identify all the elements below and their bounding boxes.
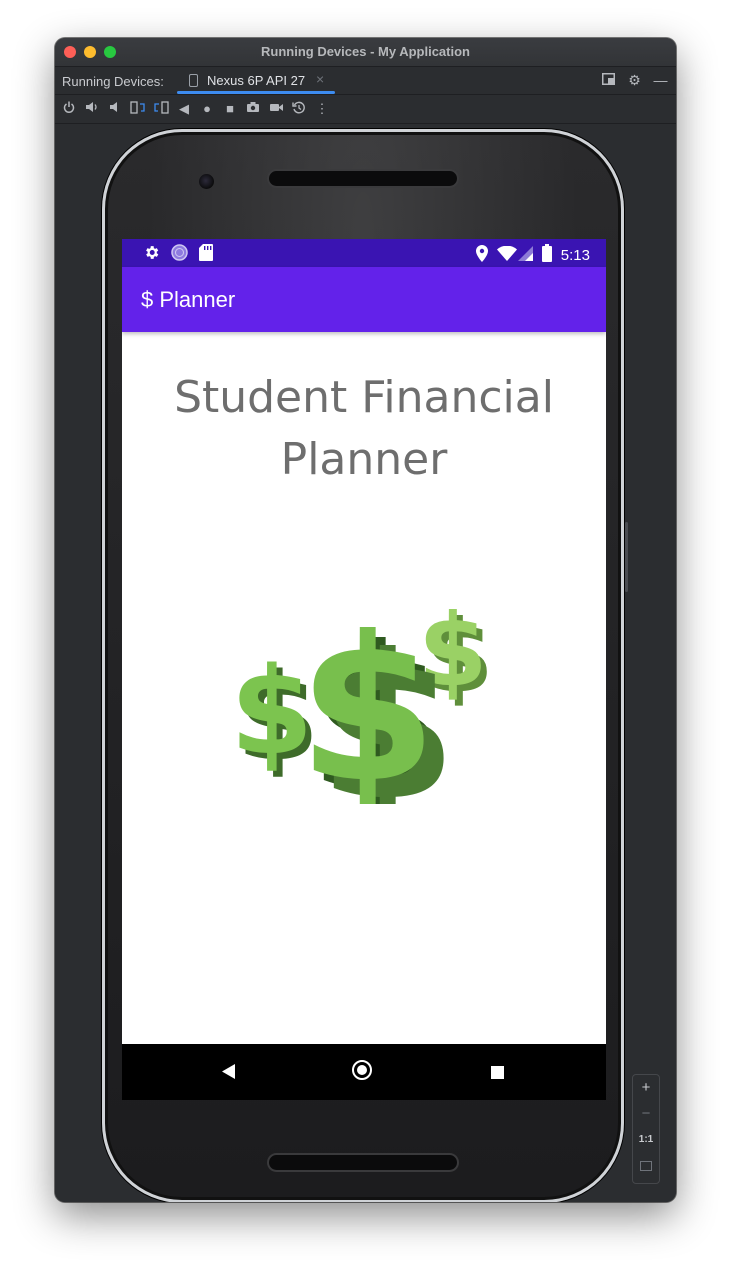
device-screen[interactable]: 5:13 $ Planner Student Financial Planner… bbox=[122, 239, 606, 1100]
sync-circle-icon bbox=[171, 244, 188, 266]
screenshot-icon[interactable] bbox=[245, 101, 261, 119]
gear-icon[interactable]: ⚙ bbox=[627, 72, 642, 88]
minimize-panel-icon[interactable]: — bbox=[653, 72, 668, 88]
tab-active-indicator bbox=[177, 91, 335, 94]
fit-screen-icon bbox=[640, 1161, 652, 1172]
zoom-in-button[interactable]: + bbox=[633, 1075, 659, 1101]
back-icon[interactable]: ◀ bbox=[176, 101, 192, 119]
screen-record-icon[interactable] bbox=[268, 101, 284, 119]
tab-bar-actions: ⚙ — bbox=[601, 72, 668, 88]
status-bar: 5:13 bbox=[122, 239, 606, 267]
phone-icon bbox=[189, 74, 198, 87]
device-tab-bar: Running Devices: Nexus 6P API 27 × ⚙ — bbox=[55, 67, 676, 95]
location-icon bbox=[475, 244, 488, 267]
power-icon[interactable] bbox=[61, 101, 77, 119]
volume-down-icon[interactable] bbox=[107, 101, 123, 119]
tab-nexus-6p[interactable]: Nexus 6P API 27 × bbox=[177, 67, 335, 94]
top-speaker bbox=[269, 171, 457, 186]
running-devices-label: Running Devices: bbox=[62, 74, 164, 89]
app-bar: $ Planner bbox=[122, 267, 606, 332]
device-toolbar: ◀ ● ■ ⋮ bbox=[55, 95, 676, 124]
settings-gear-icon bbox=[143, 244, 160, 266]
sd-card-icon bbox=[199, 244, 213, 266]
wifi-icon bbox=[496, 245, 517, 266]
page-title: Student Financial Planner bbox=[174, 372, 554, 485]
window-title: Running Devices - My Application bbox=[261, 44, 470, 59]
title-bar: Running Devices - My Application bbox=[55, 38, 676, 67]
home-icon[interactable]: ● bbox=[199, 101, 215, 119]
snapshot-icon[interactable] bbox=[291, 101, 307, 119]
battery-icon bbox=[541, 244, 552, 267]
nav-back-button[interactable] bbox=[222, 1064, 236, 1084]
phone-frame: 5:13 $ Planner Student Financial Planner… bbox=[102, 129, 624, 1202]
volume-up-icon[interactable] bbox=[84, 101, 100, 119]
actual-size-button[interactable]: 1:1 bbox=[633, 1127, 659, 1153]
status-time: 5:13 bbox=[560, 247, 590, 264]
emulator-window: Running Devices - My Application Running… bbox=[55, 38, 676, 1202]
app-title: $ Planner bbox=[141, 287, 236, 312]
nav-recents-button[interactable] bbox=[491, 1066, 504, 1079]
zoom-to-fit-button[interactable] bbox=[633, 1153, 659, 1179]
dollar-signs-image: $ $ $ $ $ $ $ bbox=[222, 579, 502, 845]
rotate-left-icon[interactable] bbox=[130, 101, 146, 119]
rotate-right-icon[interactable] bbox=[153, 101, 169, 119]
bottom-speaker bbox=[269, 1155, 457, 1170]
overview-icon[interactable]: ■ bbox=[222, 101, 238, 119]
signal-icon bbox=[517, 245, 533, 266]
device-canvas: 5:13 $ Planner Student Financial Planner… bbox=[55, 124, 676, 1202]
front-camera bbox=[199, 174, 214, 189]
more-icon[interactable]: ⋮ bbox=[314, 101, 330, 119]
scrollbar[interactable] bbox=[625, 522, 628, 592]
window-layout-icon[interactable] bbox=[601, 72, 616, 88]
tab-label: Nexus 6P API 27 bbox=[207, 73, 306, 88]
close-icon[interactable]: × bbox=[316, 71, 324, 87]
zoom-out-button[interactable]: − bbox=[633, 1101, 659, 1127]
nav-home-button[interactable] bbox=[352, 1060, 372, 1080]
svg-text:$: $ bbox=[298, 594, 437, 804]
zoom-controls: + − 1:1 bbox=[632, 1074, 660, 1184]
navigation-bar bbox=[122, 1044, 606, 1100]
